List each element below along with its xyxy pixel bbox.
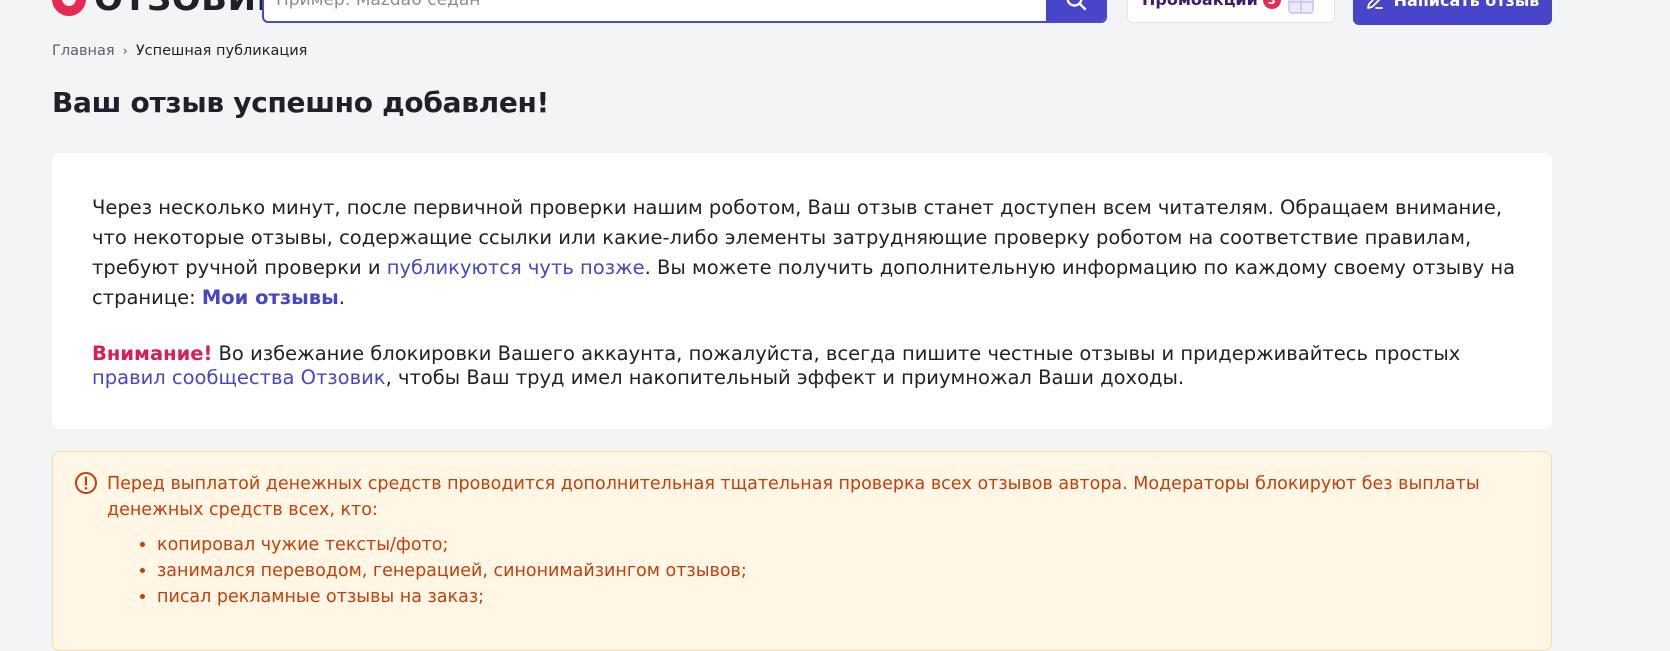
site-header: ОТЗОВИК Промоакции 3 Написать отзыв	[0, 0, 1670, 26]
breadcrumb: Главная › Успешная публикация	[52, 41, 307, 61]
published-later-link[interactable]: публикуются чуть позже	[387, 256, 645, 279]
list-item: занимался переводом, генерацией, синоним…	[157, 558, 747, 584]
gift-icon	[1288, 0, 1314, 14]
breadcrumb-home-link[interactable]: Главная	[52, 43, 115, 59]
alert-list: копировал чужие тексты/фото; занимался п…	[107, 532, 747, 610]
logo-text: ОТЗОВИК	[94, 0, 285, 19]
logo-circle-icon	[52, 0, 86, 16]
exclamation-circle-icon	[75, 472, 97, 494]
site-logo[interactable]: ОТЗОВИК	[52, 0, 285, 20]
publication-info-paragraph: Через несколько минут, после первичной п…	[92, 193, 1517, 313]
success-card: Через несколько минут, после первичной п…	[52, 153, 1552, 429]
alert-text: Перед выплатой денежных средств проводит…	[107, 474, 1480, 520]
promo-label: Промоакции	[1142, 0, 1258, 9]
list-item: копировал чужие тексты/фото;	[157, 532, 747, 558]
breadcrumb-separator: ›	[122, 43, 128, 59]
payout-alert: Перед выплатой денежных средств проводит…	[52, 451, 1552, 651]
search-bar	[262, 0, 1107, 23]
warning-text-end: , чтобы Ваш труд имел накопительный эффе…	[385, 366, 1185, 389]
search-icon	[1066, 0, 1086, 10]
list-item: писал рекламные отзывы на заказ;	[157, 584, 747, 610]
warning-paragraph: Внимание! Во избежание блокировки Вашего…	[92, 342, 1517, 390]
breadcrumb-current: Успешная публикация	[135, 43, 308, 59]
write-review-label: Написать отзыв	[1393, 0, 1540, 10]
warning-label: Внимание!	[92, 342, 213, 365]
my-reviews-link[interactable]: Мои отзывы	[202, 286, 339, 309]
warning-text: Во избежание блокировки Вашего аккаунта,…	[212, 342, 1461, 365]
page-title: Ваш отзыв успешно добавлен!	[52, 86, 550, 119]
search-input[interactable]	[264, 0, 1050, 21]
write-review-button[interactable]: Написать отзыв	[1353, 0, 1552, 25]
info-text-end: .	[338, 286, 345, 309]
promo-count-badge: 3	[1262, 0, 1281, 9]
search-button[interactable]	[1046, 0, 1105, 21]
pencil-icon	[1366, 0, 1383, 9]
promo-button[interactable]: Промоакции 3	[1127, 0, 1335, 23]
community-rules-link[interactable]: правил сообщества Отзовик	[92, 366, 386, 389]
